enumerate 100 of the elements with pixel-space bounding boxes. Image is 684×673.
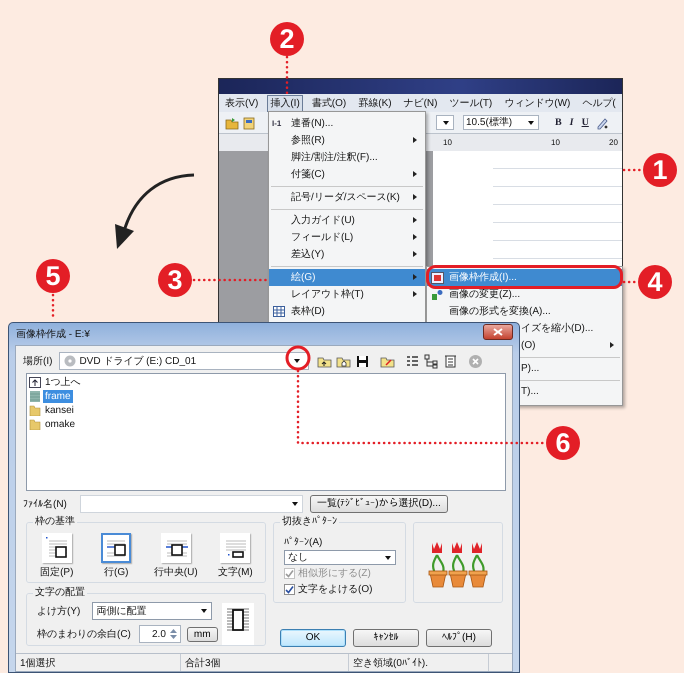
frame-basis-button[interactable] — [220, 533, 250, 563]
menu-item[interactable]: (O) — [521, 337, 622, 354]
step-number: 4 — [638, 265, 672, 299]
leader-line — [52, 294, 54, 320]
menu-item[interactable]: P)... — [521, 360, 622, 377]
field-label: よけ方(Y) — [37, 604, 80, 618]
tree-icon[interactable] — [424, 354, 440, 368]
field-label: ﾌｧｲﾙ名(N) — [23, 498, 67, 512]
status-text: 空き領域(0ﾊﾞｲﾄ). — [349, 654, 489, 671]
file-list[interactable]: 1つ上へ frame kansei omake — [26, 373, 506, 491]
wrap-style-combo[interactable]: 両側に配置 — [92, 602, 212, 620]
folder-icon[interactable] — [225, 116, 239, 130]
field-label: 場所(I) — [23, 354, 52, 368]
frame-basis-button[interactable] — [101, 533, 132, 563]
field-label: ﾊﾟﾀｰﾝ(A) — [284, 536, 324, 550]
frame-basis-button[interactable] — [160, 533, 191, 563]
folder-icon — [29, 390, 41, 402]
dialog-button[interactable]: ﾍﾙﾌﾟ(H) — [426, 629, 492, 647]
step-number: 1 — [643, 153, 677, 187]
dialog-button[interactable]: OK — [280, 629, 346, 647]
field-label: 枠のまわりの余白(C) — [37, 628, 131, 642]
step-number: 3 — [158, 263, 192, 297]
dialog-title: 画像枠作成 - E:¥ — [16, 329, 90, 340]
menu-bar-item[interactable]: 書式(O) — [308, 94, 350, 112]
underline-button[interactable]: U — [582, 115, 589, 130]
menu-item[interactable]: I-1 連番(N)... — [269, 115, 425, 132]
menu-item[interactable]: フィールド(L) — [269, 229, 425, 246]
menu-bar-item[interactable]: ヘルプ( — [579, 94, 619, 112]
file-item[interactable]: kansei — [43, 404, 76, 416]
option-label: 行(G) — [104, 566, 128, 580]
pen-icon[interactable] — [594, 116, 609, 130]
group-title: 文字の配置 — [33, 587, 87, 599]
group-title: 切抜きﾊﾟﾀｰﾝ — [280, 516, 339, 528]
file-item[interactable]: omake — [43, 418, 78, 430]
combo-field[interactable] — [436, 115, 454, 130]
file-name-field[interactable] — [80, 495, 303, 513]
step-number: 6 — [546, 426, 580, 460]
unit-button[interactable]: mm — [186, 626, 218, 642]
combo-value: なし — [288, 551, 308, 565]
dialog-button[interactable]: ｷｬﾝｾﾙ — [353, 629, 419, 647]
menu-item[interactable]: 表枠(D) — [269, 303, 425, 320]
menu-bar-item[interactable]: ナビ(N) — [400, 94, 440, 112]
list-view-icon[interactable] — [405, 354, 420, 368]
menu-item[interactable]: 画像枠作成(I)... — [427, 269, 622, 286]
checkbox[interactable] — [284, 584, 295, 594]
pattern-combo[interactable]: なし — [284, 550, 396, 565]
menu-item[interactable]: 付箋(C) — [269, 166, 425, 183]
document-icon[interactable] — [242, 116, 256, 130]
status-text: 1個選択 — [16, 654, 181, 671]
menu-item[interactable]: 絵(G) — [269, 269, 425, 286]
table-icon — [273, 306, 285, 317]
menu-bar-item[interactable]: 表示(V) — [222, 94, 262, 112]
properties-icon[interactable] — [443, 354, 458, 368]
shapes-icon — [431, 289, 444, 301]
italic-button[interactable]: I — [570, 115, 574, 130]
option-label: 文字(M) — [218, 566, 253, 580]
menu-item[interactable]: 画像の変更(Z)... — [427, 286, 622, 303]
menu-item[interactable]: 差込(Y) — [269, 246, 425, 263]
combo-value: 両側に配置 — [96, 604, 146, 618]
menu-item[interactable]: 入力ガイド(U) — [269, 212, 425, 229]
frame-basis-button[interactable] — [42, 533, 72, 563]
spin-arrows-icon[interactable] — [168, 627, 178, 641]
menu-item[interactable]: レイアウト枠(T) — [269, 286, 425, 303]
text-layout-icon — [44, 536, 70, 560]
layout-preview-icon — [224, 606, 251, 634]
menu-bar-item[interactable]: 挿入(I) — [267, 94, 303, 112]
menu-item[interactable]: イズを縮小(D)... — [521, 320, 622, 337]
folder-icon — [29, 418, 41, 430]
folder-icon — [29, 404, 41, 416]
picture-frame-icon — [431, 272, 444, 284]
file-item[interactable]: 1つ上へ — [43, 376, 83, 388]
spin-value: 2.0 — [152, 628, 166, 642]
option-label: 固定(P) — [40, 566, 74, 580]
close-icon — [493, 328, 503, 336]
step-number: 5 — [36, 259, 70, 293]
menu-bar-item[interactable]: ツール(T) — [446, 94, 496, 112]
highlight-circle — [286, 346, 310, 370]
save-icon[interactable] — [355, 354, 370, 368]
menu-item[interactable]: T)... — [521, 383, 622, 400]
menu-item[interactable]: 参照(R) — [269, 132, 425, 149]
close-button[interactable] — [483, 324, 513, 340]
group-title: 枠の基準 — [33, 516, 77, 528]
menu-item[interactable]: 記号/リーダ/スペース(K) — [269, 189, 425, 206]
folder-up-icon — [29, 376, 41, 388]
browse-button[interactable]: 一覧(ﾃｼﾞﾋﾞｭｰ)から選択(D)... — [310, 495, 448, 513]
font-size-combo[interactable]: 10.5(標準) — [463, 115, 539, 130]
checkbox-label: 文字をよける(O) — [298, 582, 372, 596]
option-label: 行中央(U) — [154, 566, 198, 580]
disc-icon — [64, 355, 76, 367]
ruler-label: 10 — [443, 137, 452, 149]
menu-bar-item[interactable]: 罫線(K) — [355, 94, 395, 112]
menu-item[interactable]: 画像の形式を変換(A)... — [427, 303, 622, 320]
location-combo[interactable]: DVD ドライブ (E:) CD_01 — [59, 352, 310, 370]
menu-item[interactable]: 脚注/割注/注釈(F)... — [269, 149, 425, 166]
menu-bar-item[interactable]: ウィンドウ(W) — [501, 94, 574, 112]
ruler-label: 10 — [551, 137, 560, 149]
margin-spin-field[interactable]: 2.0 — [138, 625, 181, 643]
menu-icon: I-1 — [272, 118, 282, 130]
ruler-label: 20 — [609, 137, 618, 149]
bold-button[interactable]: B — [555, 115, 562, 130]
